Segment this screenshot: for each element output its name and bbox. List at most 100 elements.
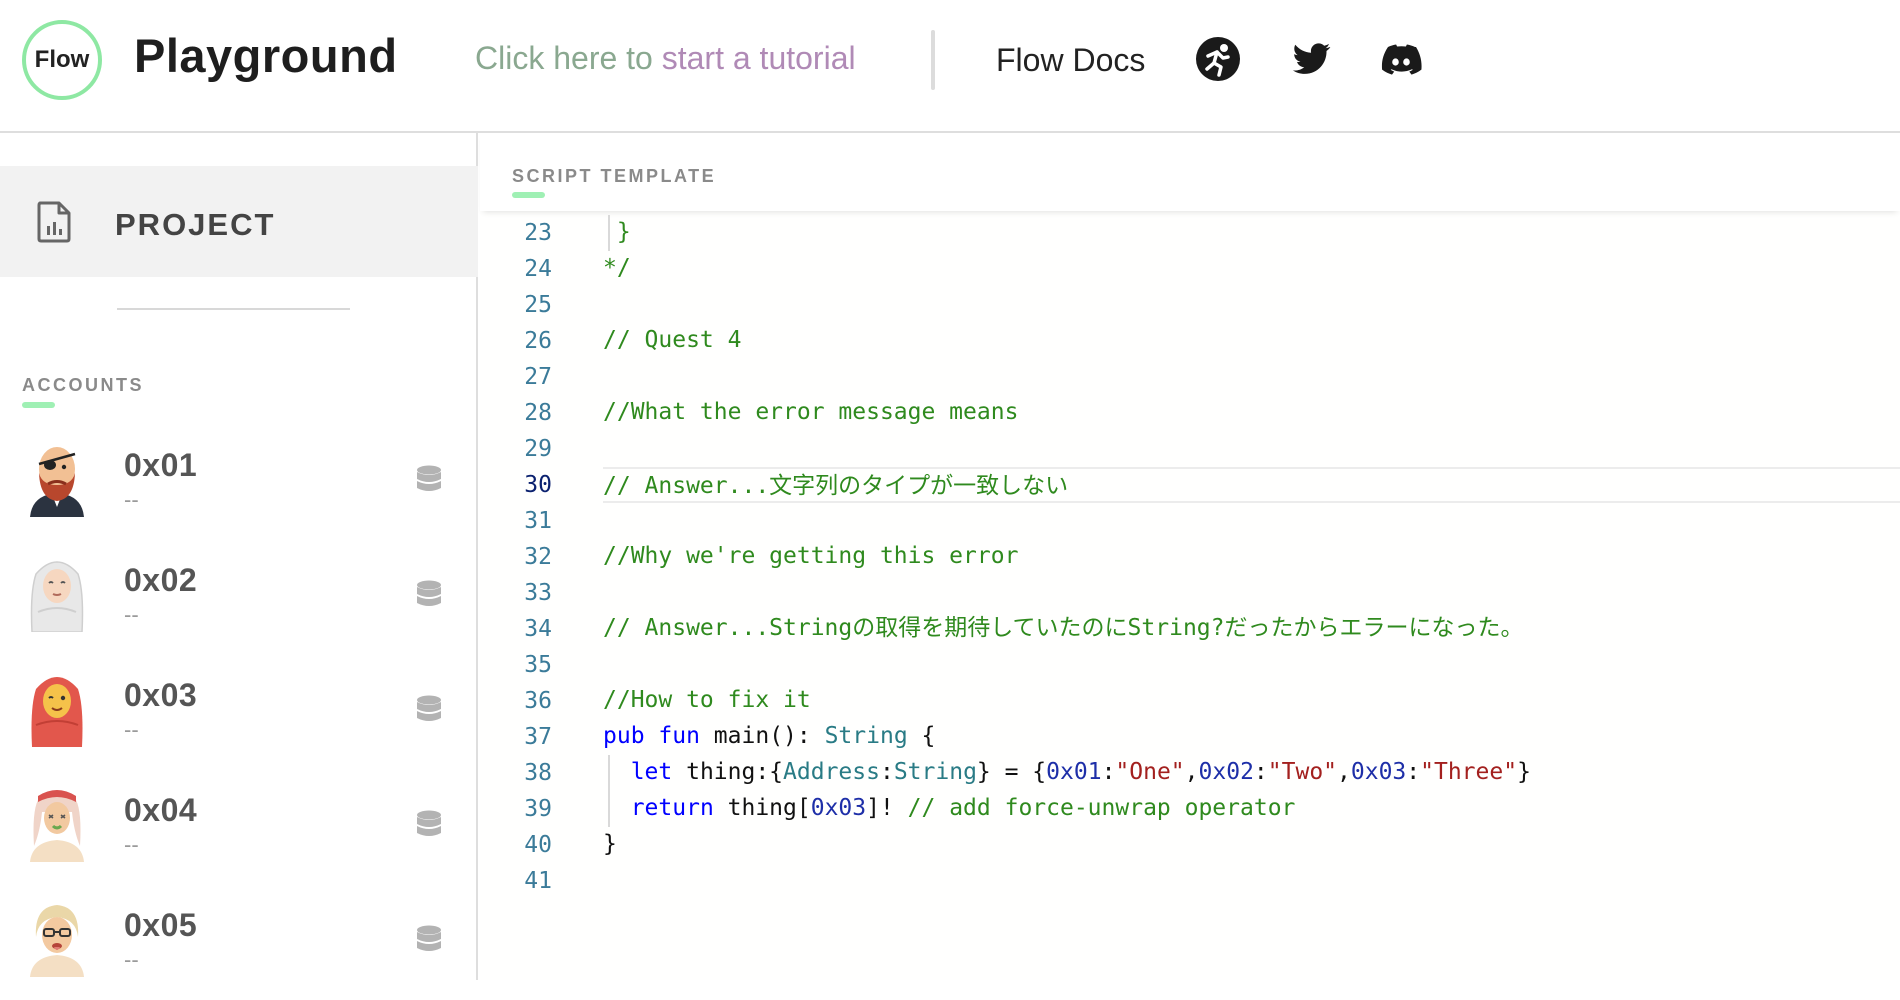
code-line[interactable]: 33 bbox=[480, 575, 1900, 611]
line-text: // Quest 4 bbox=[603, 323, 1900, 359]
line-number: 41 bbox=[524, 868, 552, 894]
pirate-avatar bbox=[26, 437, 88, 517]
account-address: 0x05 bbox=[124, 907, 198, 943]
code-line[interactable]: 23 } bbox=[480, 215, 1900, 251]
line-number: 36 bbox=[524, 688, 552, 714]
line-number: 32 bbox=[524, 544, 552, 570]
editor-tab-bar: SCRIPT TEMPLATE bbox=[480, 133, 1900, 211]
line-text: //Why we're getting this error bbox=[603, 539, 1900, 575]
indent-guide bbox=[608, 755, 610, 827]
code-line[interactable]: 25 bbox=[480, 287, 1900, 323]
line-number: 23 bbox=[524, 220, 552, 246]
accounts-section-title: ACCOUNTS bbox=[22, 375, 144, 395]
account-subtitle: -- bbox=[124, 717, 139, 742]
tutorial-link-highlight: start a tutorial bbox=[661, 40, 856, 76]
code-line[interactable]: 30 // Answer...文字列のタイプが一致しない bbox=[480, 467, 1900, 503]
code-line[interactable]: 40} bbox=[480, 827, 1900, 863]
account-item[interactable]: 0x04 -- bbox=[0, 770, 478, 885]
line-text: //What the error message means bbox=[603, 395, 1900, 431]
line-text bbox=[603, 863, 1900, 899]
line-text bbox=[603, 575, 1900, 611]
database-icon[interactable] bbox=[416, 580, 442, 612]
code-token: thing[ bbox=[713, 795, 811, 821]
discord-icon[interactable] bbox=[1378, 36, 1424, 82]
code-token: : bbox=[879, 759, 894, 785]
code-line[interactable]: 39 return thing[0x03]! // add force-unwr… bbox=[480, 791, 1900, 827]
code-line[interactable]: 38 let thing:{Address:String} = {0x01:"O… bbox=[480, 755, 1900, 791]
code-line[interactable]: 27 bbox=[480, 359, 1900, 395]
line-number: 38 bbox=[524, 760, 552, 786]
code-token: , bbox=[1337, 759, 1351, 785]
code-token: , bbox=[1184, 759, 1199, 785]
code-token: ]! bbox=[866, 795, 908, 821]
code-line[interactable]: 35 bbox=[480, 647, 1900, 683]
line-text: // Answer...Stringの取得を期待していたのにString?だった… bbox=[603, 611, 1900, 647]
account-subtitle: -- bbox=[124, 602, 139, 627]
account-item[interactable]: 0x05 -- bbox=[0, 885, 478, 1000]
line-number: 35 bbox=[524, 652, 552, 678]
indent-guide bbox=[608, 215, 610, 251]
line-text bbox=[603, 359, 1900, 395]
line-number: 28 bbox=[524, 400, 552, 426]
code-token: 0x02 bbox=[1198, 759, 1254, 785]
line-number: 40 bbox=[524, 832, 552, 858]
code-token: // Answer...文字列のタイプが一致しない bbox=[603, 473, 1069, 499]
code-line[interactable]: 32 //Why we're getting this error bbox=[480, 539, 1900, 575]
line-number: 37 bbox=[524, 724, 552, 750]
account-address: 0x01 bbox=[124, 447, 198, 483]
code-line[interactable]: 37 pub fun main(): String { bbox=[480, 719, 1900, 755]
keffiyeh-avatar bbox=[26, 782, 88, 862]
code-line[interactable]: 24 */ bbox=[480, 251, 1900, 287]
code-token: //Why we're getting this error bbox=[603, 543, 1019, 569]
account-item[interactable]: 0x02 -- bbox=[0, 540, 478, 655]
code-token: // Answer...Stringの取得を期待していたのにString?だった… bbox=[603, 615, 1524, 641]
code-token: pub bbox=[603, 723, 645, 749]
flow-runner-icon[interactable] bbox=[1195, 36, 1241, 82]
code-token: String bbox=[824, 723, 908, 749]
database-icon[interactable] bbox=[416, 695, 442, 727]
code-line[interactable]: 29 bbox=[480, 431, 1900, 467]
code-token: } = { bbox=[976, 759, 1047, 785]
line-text: } bbox=[603, 827, 1900, 863]
tutorial-link-prefix: Click here to bbox=[475, 40, 662, 76]
account-subtitle: -- bbox=[124, 947, 139, 972]
code-line[interactable]: 28 //What the error message means bbox=[480, 395, 1900, 431]
code-token: "Two" bbox=[1267, 759, 1338, 785]
code-line[interactable]: 36 //How to fix it bbox=[480, 683, 1900, 719]
database-icon[interactable] bbox=[416, 810, 442, 842]
code-token: */ bbox=[603, 255, 631, 281]
code-token: "One" bbox=[1115, 759, 1185, 785]
code-token: return bbox=[630, 795, 714, 821]
logo-text: Flow bbox=[34, 46, 90, 73]
code-token: //What the error message means bbox=[603, 399, 1019, 425]
line-text bbox=[603, 287, 1900, 323]
sidebar-divider bbox=[117, 308, 350, 310]
code-token: : bbox=[1406, 759, 1421, 785]
account-item[interactable]: 0x03 -- bbox=[0, 655, 478, 770]
twitter-icon[interactable] bbox=[1288, 36, 1334, 82]
script-accent-bar bbox=[512, 192, 545, 198]
database-icon[interactable] bbox=[416, 925, 442, 957]
code-line[interactable]: 26 // Quest 4 bbox=[480, 323, 1900, 359]
line-text: return thing[0x03]! // add force-unwrap … bbox=[603, 791, 1900, 827]
code-token: "Three" bbox=[1420, 759, 1518, 785]
line-text bbox=[603, 647, 1900, 683]
code-token: : bbox=[1253, 759, 1268, 785]
code-line[interactable]: 31 bbox=[480, 503, 1900, 539]
elder-hijab-avatar bbox=[26, 552, 88, 632]
code-line[interactable]: 34 // Answer...Stringの取得を期待していたのにString?だ… bbox=[480, 611, 1900, 647]
code-area[interactable]: 23 } 24 */ 25 26 // Quest 4 27 28 //What the err… bbox=[480, 213, 1900, 980]
code-token: main(): bbox=[699, 723, 825, 749]
database-icon[interactable] bbox=[416, 465, 442, 497]
sidebar: PROJECT ACCOUNTS 0x01 -- 0x02 -- 0x03 --… bbox=[0, 133, 478, 980]
flow-logo[interactable]: Flow bbox=[22, 20, 102, 100]
code-token: : bbox=[1101, 759, 1116, 785]
code-line[interactable]: 41 bbox=[480, 863, 1900, 899]
project-menu-item[interactable]: PROJECT bbox=[0, 166, 478, 277]
top-header: Flow Playground Click here to start a tu… bbox=[0, 0, 1900, 133]
flow-docs-link[interactable]: Flow Docs bbox=[996, 42, 1145, 79]
account-item[interactable]: 0x01 -- bbox=[0, 425, 478, 540]
tutorial-link[interactable]: Click here to start a tutorial bbox=[475, 40, 856, 77]
code-token: thing:{ bbox=[672, 759, 784, 785]
